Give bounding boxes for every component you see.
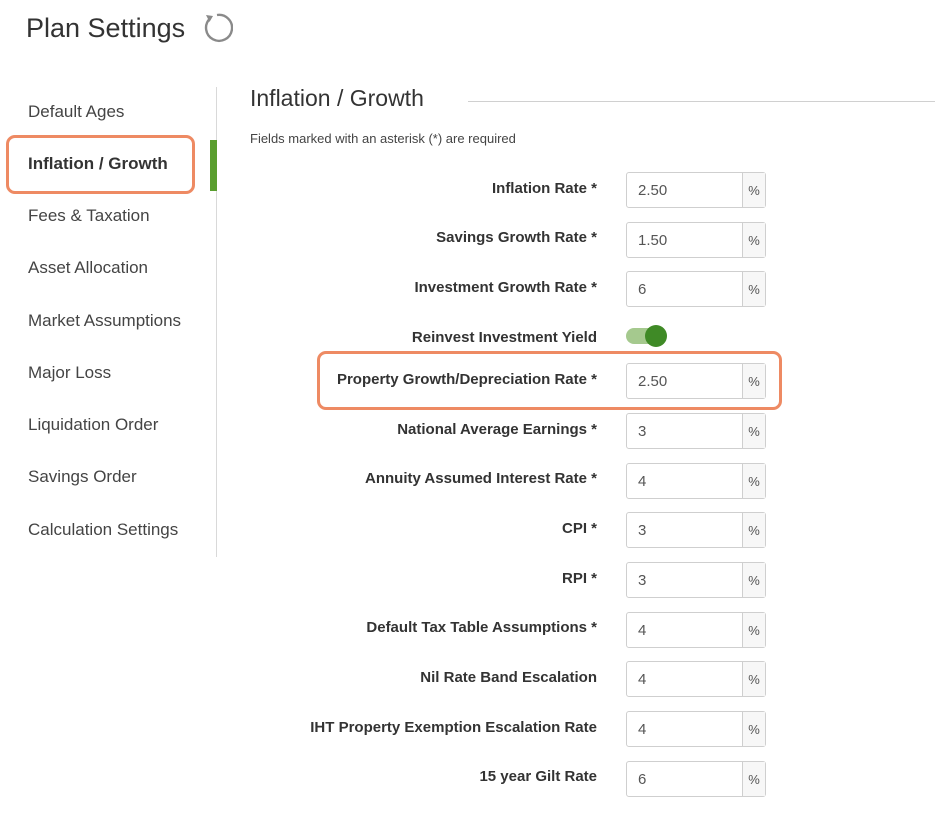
sidebar-item-asset-allocation[interactable]: Asset Allocation: [28, 258, 148, 278]
sidebar-item-inflation-growth[interactable]: Inflation / Growth: [28, 154, 168, 174]
iht-property-exemption-field: %: [626, 711, 766, 747]
percent-addon: %: [742, 762, 765, 796]
investment-growth-rate-label: Investment Growth Rate *: [414, 279, 597, 296]
percent-addon: %: [742, 173, 765, 207]
inflation-rate-label: Inflation Rate *: [491, 180, 597, 197]
sidebar-item-major-loss[interactable]: Major Loss: [28, 363, 111, 383]
percent-addon: %: [742, 712, 765, 746]
investment-growth-rate-field: %: [626, 271, 766, 307]
section-divider: [468, 101, 935, 102]
refresh-icon[interactable]: [201, 12, 234, 44]
annuity-interest-rate-input[interactable]: [627, 464, 742, 498]
reinvest-investment-yield-label: Reinvest Investment Yield: [411, 329, 597, 346]
percent-addon: %: [742, 613, 765, 647]
default-tax-table-field: %: [626, 612, 766, 648]
property-growth-rate-input[interactable]: [627, 364, 742, 398]
gilt-rate-field: %: [626, 761, 766, 797]
gilt-rate-label: 15 year Gilt Rate: [479, 768, 597, 785]
sidebar-item-default-ages[interactable]: Default Ages: [28, 102, 124, 122]
annuity-interest-rate-field: %: [626, 463, 766, 499]
nil-rate-band-field: %: [626, 661, 766, 697]
national-average-earnings-input[interactable]: [627, 414, 742, 448]
cpi-input[interactable]: [627, 513, 742, 547]
reinvest-investment-yield-toggle[interactable]: [626, 325, 668, 347]
iht-property-exemption-label: IHT Property Exemption Escalation Rate: [310, 719, 597, 736]
inflation-rate-field: %: [626, 172, 766, 208]
required-fields-note: Fields marked with an asterisk (*) are r…: [250, 131, 516, 146]
page-title: Plan Settings: [26, 12, 234, 44]
nil-rate-band-input[interactable]: [627, 662, 742, 696]
default-tax-table-input[interactable]: [627, 613, 742, 647]
percent-addon: %: [742, 223, 765, 257]
national-average-earnings-label: National Average Earnings *: [397, 421, 597, 438]
cpi-field: %: [626, 512, 766, 548]
rpi-input[interactable]: [627, 563, 742, 597]
default-tax-table-label: Default Tax Table Assumptions *: [366, 619, 597, 636]
percent-addon: %: [742, 364, 765, 398]
iht-property-exemption-input[interactable]: [627, 712, 742, 746]
savings-growth-rate-field: %: [626, 222, 766, 258]
sidebar-item-fees-taxation[interactable]: Fees & Taxation: [28, 206, 150, 226]
percent-addon: %: [742, 464, 765, 498]
sidebar-item-market-assumptions[interactable]: Market Assumptions: [28, 311, 181, 331]
sidebar-item-savings-order[interactable]: Savings Order: [28, 467, 137, 487]
rpi-label: RPI *: [561, 570, 597, 587]
active-indicator: [210, 140, 217, 191]
nil-rate-band-label: Nil Rate Band Escalation: [420, 669, 597, 686]
percent-addon: %: [742, 414, 765, 448]
savings-growth-rate-input[interactable]: [627, 223, 742, 257]
rpi-field: %: [626, 562, 766, 598]
cpi-label: CPI *: [561, 520, 597, 537]
investment-growth-rate-input[interactable]: [627, 272, 742, 306]
section-title: Inflation / Growth: [250, 85, 424, 111]
savings-growth-rate-label: Savings Growth Rate *: [436, 229, 597, 246]
national-average-earnings-field: %: [626, 413, 766, 449]
inflation-rate-input[interactable]: [627, 173, 742, 207]
page-title-text: Plan Settings: [26, 12, 186, 43]
annuity-interest-rate-label: Annuity Assumed Interest Rate *: [365, 470, 597, 487]
percent-addon: %: [742, 563, 765, 597]
property-growth-rate-label: Property Growth/Depreciation Rate *: [336, 371, 597, 388]
percent-addon: %: [742, 662, 765, 696]
sidebar-item-calculation-settings[interactable]: Calculation Settings: [28, 520, 178, 540]
percent-addon: %: [742, 272, 765, 306]
gilt-rate-input[interactable]: [627, 762, 742, 796]
percent-addon: %: [742, 513, 765, 547]
property-growth-rate-field: %: [626, 363, 766, 399]
toggle-knob: [645, 325, 667, 347]
sidebar-item-liquidation-order[interactable]: Liquidation Order: [28, 415, 158, 435]
